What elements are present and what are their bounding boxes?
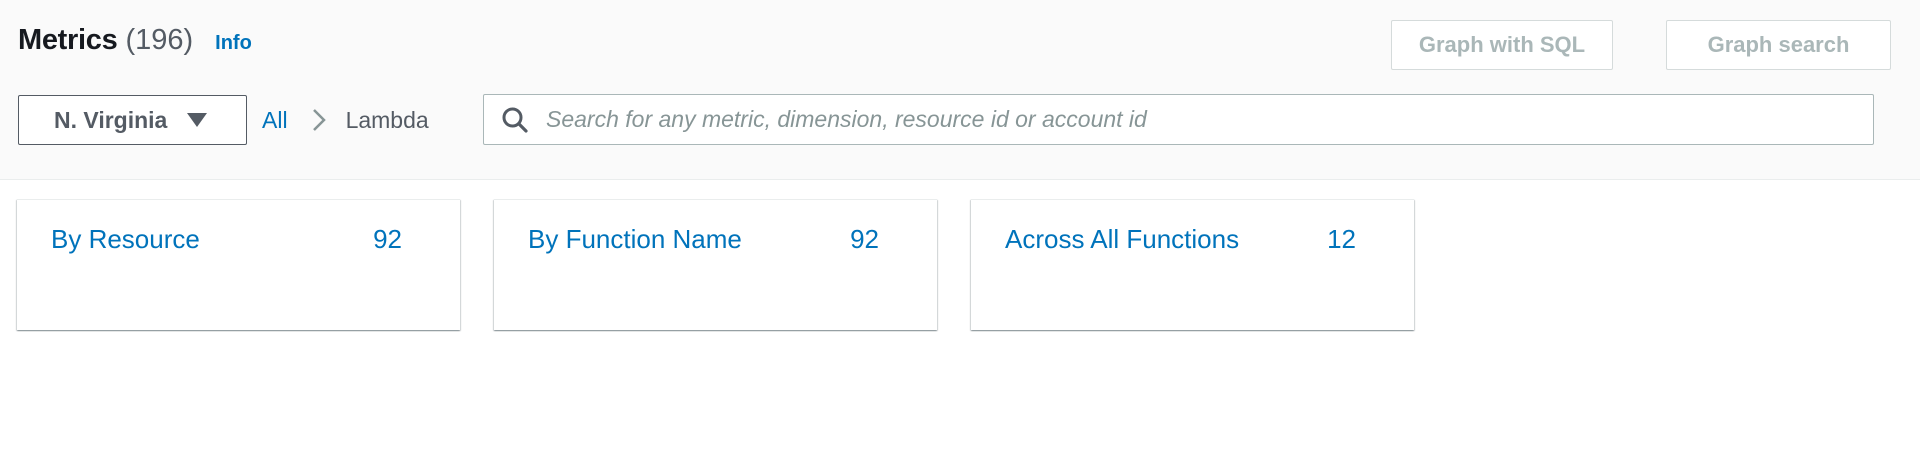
metrics-count: (196) — [125, 24, 194, 56]
card-label: By Resource — [51, 224, 200, 254]
title-row: Metrics (196) Info — [18, 24, 252, 64]
caret-down-icon — [187, 113, 208, 127]
graph-with-sql-button[interactable]: Graph with SQL — [1391, 20, 1613, 70]
breadcrumb-item-all[interactable]: All — [262, 107, 288, 134]
card-count: 92 — [373, 224, 402, 254]
card-by-function-name[interactable]: By Function Name 92 — [494, 199, 937, 330]
breadcrumb: All Lambda — [262, 95, 429, 145]
graph-search-button[interactable]: Graph search — [1666, 20, 1891, 70]
search-box — [483, 94, 1874, 145]
metrics-header: Metrics (196) Info Graph with SQL Graph … — [0, 0, 1920, 180]
card-count: 12 — [1327, 224, 1356, 254]
card-label: By Function Name — [528, 224, 742, 254]
card-label: Across All Functions — [1005, 224, 1240, 254]
info-link[interactable]: Info — [215, 32, 252, 55]
region-selected-label: N. Virginia — [54, 106, 168, 133]
search-icon — [500, 105, 530, 135]
page-title: Metrics — [18, 24, 118, 56]
breadcrumb-item-current: Lambda — [345, 106, 429, 133]
search-input[interactable] — [544, 105, 1848, 134]
card-count: 92 — [850, 224, 879, 254]
card-by-resource[interactable]: By Resource 92 — [17, 199, 460, 330]
card-across-all-functions[interactable]: Across All Functions 12 — [971, 199, 1414, 330]
region-select[interactable]: N. Virginia — [18, 95, 247, 145]
chevron-right-icon — [312, 108, 326, 132]
